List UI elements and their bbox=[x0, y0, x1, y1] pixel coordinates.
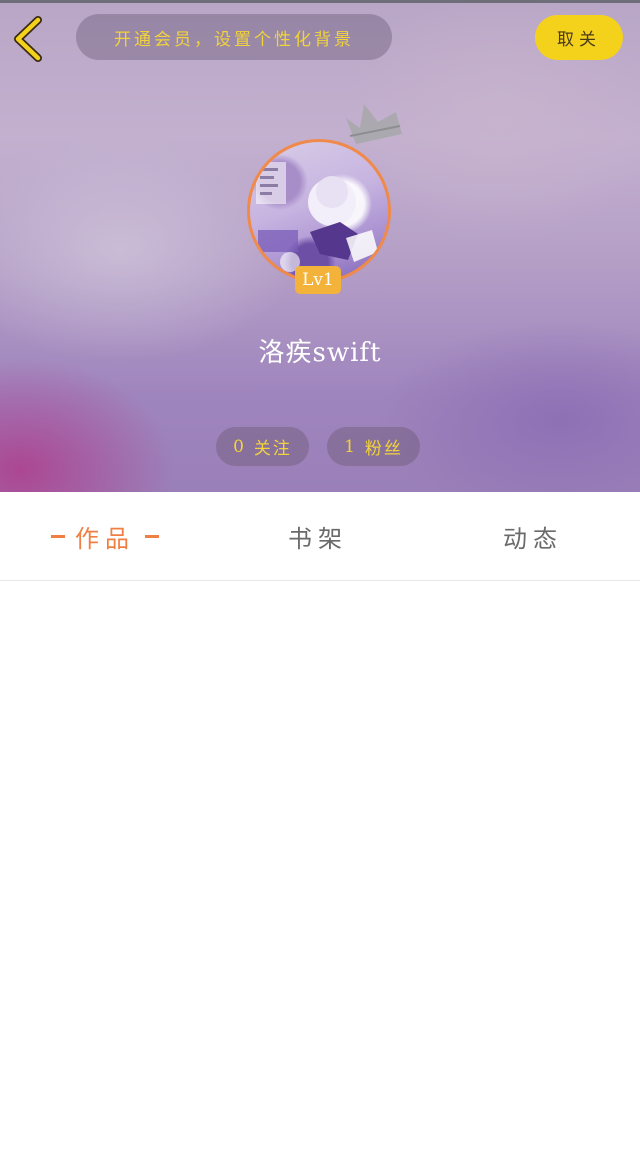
active-tab-indicator-left bbox=[51, 534, 65, 538]
following-label: 关注 bbox=[253, 439, 292, 459]
avatar-image bbox=[256, 162, 378, 272]
followers-count: 1 bbox=[344, 436, 357, 457]
tab-works[interactable]: 作品 bbox=[20, 492, 190, 580]
vip-banner[interactable]: 开通会员，设置个性化背景 bbox=[76, 14, 392, 60]
tab-activity[interactable]: 动态 bbox=[448, 492, 618, 580]
username: 洛疾swift bbox=[258, 338, 382, 368]
chevron-left-icon bbox=[14, 16, 42, 62]
profile-header: 开通会员，设置个性化背景 取关 Lv1 洛疾swift 0 关注 1 粉丝 bbox=[0, 0, 640, 492]
tab-bookshelf-label: 书架 bbox=[288, 524, 348, 553]
profile-tabs: 作品 书架 动态 bbox=[0, 492, 640, 581]
tab-content-area bbox=[0, 581, 640, 1174]
following-stat[interactable]: 0 关注 bbox=[216, 427, 309, 466]
following-count: 0 bbox=[233, 436, 246, 457]
followers-label: 粉丝 bbox=[364, 439, 403, 459]
status-divider bbox=[0, 0, 640, 3]
back-button[interactable] bbox=[8, 14, 50, 62]
unfollow-button[interactable]: 取关 bbox=[535, 15, 623, 60]
avatar[interactable] bbox=[247, 139, 391, 283]
tab-works-label: 作品 bbox=[75, 524, 135, 553]
tab-activity-label: 动态 bbox=[503, 524, 563, 553]
followers-stat[interactable]: 1 粉丝 bbox=[327, 427, 420, 466]
active-tab-indicator-right bbox=[145, 534, 159, 538]
tab-bookshelf[interactable]: 书架 bbox=[233, 492, 403, 580]
level-badge: Lv1 bbox=[295, 266, 341, 294]
